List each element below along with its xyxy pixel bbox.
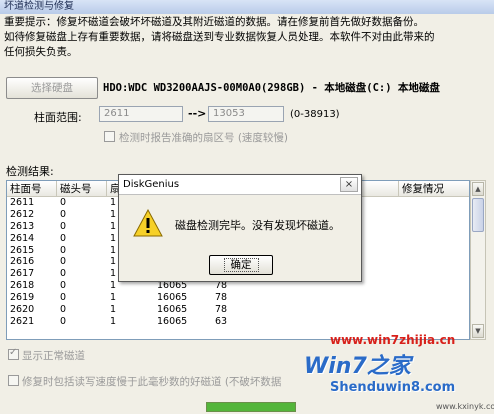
- cell-sector: 1: [110, 197, 117, 208]
- cylinder-total-range: (0-38913): [290, 109, 340, 120]
- cell-cylinder: 2616: [10, 256, 35, 268]
- table-row[interactable]: 2621 0 1 16065 63: [7, 316, 469, 328]
- select-disk-button[interactable]: 选择硬盘: [6, 77, 98, 99]
- watermark-site-3: www.kxinyk.com: [436, 402, 494, 411]
- cell-sector: 1: [110, 304, 117, 316]
- cell-cylinder: 2619: [10, 292, 35, 304]
- progress-bar: [206, 402, 296, 412]
- show-normal-checkbox[interactable]: [8, 347, 19, 360]
- cell-sector: 1: [110, 315, 117, 327]
- cell-sector: 1: [110, 268, 117, 280]
- ok-button-label: 确定: [223, 258, 259, 272]
- column-header[interactable]: 修复情况: [399, 181, 469, 197]
- watermark-logo-text: Win7之家: [304, 354, 411, 379]
- scroll-down-icon[interactable]: ▼: [472, 324, 484, 338]
- cell-sector: 1: [110, 220, 117, 232]
- cell-head: 0: [60, 315, 67, 327]
- disk-check-window: 坏道检测与修复 重要提示：修复坏磁道会破坏坏磁道及其附近磁道的数据。请在修复前首…: [0, 0, 494, 414]
- cell-cylinder: 2611: [10, 197, 35, 208]
- warning-icon: [133, 209, 163, 237]
- range-arrow: -->: [188, 107, 207, 120]
- cell-cylinder: 2620: [10, 304, 35, 316]
- cell-head: 0: [60, 197, 67, 208]
- watermark-site: www.win7zhijia.cn: [330, 333, 456, 347]
- cylinder-start-input[interactable]: 2611: [99, 106, 183, 122]
- cell-cylinder: 2614: [10, 232, 35, 244]
- notice-line: 如待修复磁盘上存有重要数据，请将磁盘送到专业数据恢复人员处理。本软件不对由此带来…: [4, 31, 435, 43]
- cell-cylinder: 2613: [10, 220, 35, 232]
- cell-time: 63: [215, 315, 228, 327]
- notice-line: 重要提示：修复坏磁道会破坏坏磁道及其附近磁道的数据。请在修复前首先做好数据备份。: [4, 16, 424, 28]
- cell-cylinder: 2612: [10, 208, 35, 220]
- cell-sector: 1: [110, 244, 117, 256]
- cell-value: 16065: [157, 292, 188, 304]
- cell-time: 78: [215, 280, 228, 292]
- cell-head: 0: [60, 268, 67, 280]
- cell-sector: 1: [110, 208, 117, 220]
- ok-button[interactable]: 确定: [209, 255, 273, 275]
- cell-head: 0: [60, 280, 67, 292]
- report-sector-label: 检测时报告准确的扇区号 (速度较慢): [119, 132, 289, 144]
- table-row[interactable]: 2618 0 1 16065 78: [7, 280, 469, 292]
- table-row[interactable]: 2619 0 1 16065 78: [7, 292, 469, 304]
- table-row[interactable]: 2620 0 1 16065 78: [7, 304, 469, 316]
- cell-value: 16065: [157, 280, 188, 292]
- repair-slow-label: 修复时包括读写速度慢于此毫秒数的好磁道 (不破坏数据: [22, 376, 282, 388]
- cell-head: 0: [60, 256, 67, 268]
- scroll-thumb[interactable]: [472, 198, 484, 232]
- dialog-message: 磁盘检测完毕。没有发现坏磁道。: [175, 219, 340, 232]
- cell-cylinder: 2617: [10, 268, 35, 280]
- scroll-up-icon[interactable]: ▲: [472, 182, 484, 196]
- column-header[interactable]: 柱面号: [7, 181, 57, 197]
- cell-cylinder: 2618: [10, 280, 35, 292]
- notice-line: 任何损失负责。: [4, 46, 78, 58]
- show-normal-label: 显示正常磁道: [22, 350, 85, 362]
- cell-sector: 1: [110, 280, 117, 292]
- cell-value: 16065: [157, 304, 188, 316]
- close-icon[interactable]: ×: [340, 177, 358, 192]
- cell-head: 0: [60, 232, 67, 244]
- disk-info-label: HDO:WDC WD3200AAJS-00M0A0(298GB) - 本地磁盘(…: [103, 82, 440, 94]
- results-label: 检测结果:: [6, 165, 54, 178]
- dialog-title: DiskGenius: [119, 175, 361, 195]
- cell-cylinder: 2615: [10, 244, 35, 256]
- cell-value: 16065: [157, 315, 188, 327]
- column-header[interactable]: 磁头号: [57, 181, 107, 197]
- cylinder-range-label: 柱面范围:: [34, 111, 82, 124]
- repair-slow-checkbox[interactable]: [8, 375, 19, 386]
- cell-time: 78: [215, 304, 228, 316]
- cylinder-end-input[interactable]: 13053: [208, 106, 284, 122]
- cell-sector: 1: [110, 232, 117, 244]
- cell-sector: 1: [110, 256, 117, 268]
- report-sector-checkbox[interactable]: [104, 131, 115, 142]
- results-scrollbar[interactable]: ▲ ▼: [470, 180, 486, 340]
- cell-time: 78: [215, 292, 228, 304]
- cell-head: 0: [60, 220, 67, 232]
- cell-head: 0: [60, 208, 67, 220]
- result-dialog: DiskGenius × 磁盘检测完毕。没有发现坏磁道。 确定: [118, 174, 362, 282]
- cell-head: 0: [60, 304, 67, 316]
- warning-notice: 重要提示：修复坏磁道会破坏坏磁道及其附近磁道的数据。请在修复前首先做好数据备份。…: [4, 15, 490, 60]
- window-title: 坏道检测与修复: [0, 0, 494, 14]
- watermark-site-2: Shenduwin8.com: [330, 380, 456, 395]
- cell-head: 0: [60, 292, 67, 304]
- progress-fill: [207, 403, 295, 411]
- cell-head: 0: [60, 244, 67, 256]
- cell-cylinder: 2621: [10, 315, 35, 327]
- cell-sector: 1: [110, 292, 117, 304]
